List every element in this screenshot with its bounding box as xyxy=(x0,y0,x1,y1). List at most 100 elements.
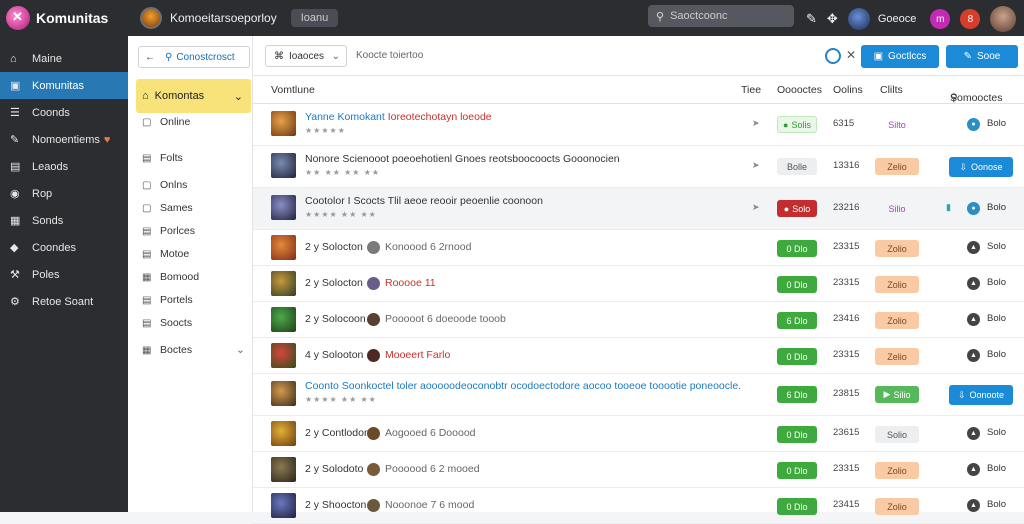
pin-icon[interactable]: ➤ xyxy=(752,160,760,171)
sidebar-item-sonds[interactable]: ▦ Sonds xyxy=(0,207,128,234)
table-row[interactable]: 2 y Solocoon Pooooot 6 doeoode tooob 6 D… xyxy=(253,302,1024,338)
row-title[interactable]: Cootolor I Scocts Tlil aeoe reooir peoen… xyxy=(305,195,543,207)
sidebar-item-leaods[interactable]: ▤ Leaods xyxy=(0,153,128,180)
subnav-item-boctes[interactable]: ▦ Boctes ⌄ xyxy=(142,344,245,356)
pin-icon[interactable]: ➤ xyxy=(752,118,760,129)
col-status[interactable]: Ooooctes xyxy=(777,84,822,96)
row-title[interactable]: 2 y Solocton xyxy=(305,277,363,289)
sidebar-item-retoe-soant[interactable]: ⚙ Retoe Soant xyxy=(0,288,128,315)
profile-avatar[interactable] xyxy=(990,6,1017,32)
notification-badge[interactable]: m xyxy=(930,9,951,29)
row-action-button[interactable]: ⇩ Oonoote xyxy=(949,385,1013,405)
row-title[interactable]: Nonore Scienooot poeoehotienl Gnoes reot… xyxy=(305,153,620,165)
col-name[interactable]: Vomtlune xyxy=(271,84,315,96)
table-row[interactable]: 2 y Solocton Rooooe 11 0 Dlo 23315 Zolio… xyxy=(253,266,1024,302)
save-button[interactable]: ✎ Sooe xyxy=(946,45,1018,68)
user-avatar[interactable] xyxy=(847,8,870,30)
row-tag: Solio xyxy=(875,426,919,443)
user-name[interactable]: Goeoce xyxy=(878,13,917,25)
row-count: 13316 xyxy=(833,160,860,171)
game-thumbnail xyxy=(271,271,296,296)
game-thumbnail xyxy=(271,343,296,368)
primary-action-button[interactable]: ▣ Goctlccs xyxy=(861,45,939,68)
col-tag[interactable]: Clilts xyxy=(880,84,903,96)
arrow-up-icon: ▲ xyxy=(967,349,980,362)
sidebar-item-coonds[interactable]: ☰ Coonds xyxy=(0,99,128,126)
subnav-item-motoe[interactable]: ▤ Motoe xyxy=(142,248,189,260)
filter-dropdown[interactable]: ⌘ Ioaoces ⌄ xyxy=(265,45,347,67)
row-meta: Pooooot 6 doeoode tooob xyxy=(385,313,506,325)
row-action-label[interactable]: Bolo xyxy=(987,499,1006,510)
selected-komontas[interactable]: ⌂ Komontas ⌄ xyxy=(136,79,251,113)
tools-icon[interactable]: ✎ xyxy=(806,11,817,27)
subnav-item-folts[interactable]: ▤ Folts xyxy=(142,152,183,164)
row-title[interactable]: 2 y Contlodon xyxy=(305,427,370,439)
col-count[interactable]: Oolins xyxy=(833,84,863,96)
page-icon: ▢ xyxy=(142,116,152,128)
row-action-label[interactable]: Bolo xyxy=(987,349,1006,360)
row-action-label[interactable]: Solo xyxy=(987,427,1006,438)
row-title[interactable]: 4 y Solooton xyxy=(305,349,363,361)
settings-icon[interactable]: ✥ xyxy=(827,11,838,27)
back-search-button[interactable]: ← ⚲ Conostcrosct xyxy=(138,46,250,68)
row-title[interactable]: 2 y Shoocton xyxy=(305,499,366,511)
row-title[interactable]: 2 y Solocoon xyxy=(305,313,366,325)
subnav-item-portels[interactable]: ▤ Portels xyxy=(142,294,193,306)
brand[interactable]: Komunitas xyxy=(0,6,128,30)
gear-icon: ⚙ xyxy=(10,296,20,308)
arrow-up-icon: ▲ xyxy=(967,241,980,254)
row-action-label[interactable]: Bolo xyxy=(987,313,1006,324)
game-avatar-icon[interactable] xyxy=(140,7,162,29)
col-time[interactable]: Tiee xyxy=(741,84,761,96)
pin-icon[interactable]: ➤ xyxy=(752,202,760,213)
subnav-item-onlns[interactable]: ▢ Onlns xyxy=(142,179,187,191)
table-row[interactable]: 4 y Solooton Mooeert Farlo 0 Dlo 23315 Z… xyxy=(253,338,1024,374)
table-row[interactable]: Yanne Komokant Ioreotechotayn loeode ★★★… xyxy=(253,104,1024,146)
sidebar-item-maine[interactable]: ⌂ Maine xyxy=(0,45,128,72)
close-icon[interactable]: ✕ xyxy=(846,48,856,62)
wrench-icon: ⚒ xyxy=(10,269,20,281)
subnav-item-sames[interactable]: ▢ Sames xyxy=(142,202,193,214)
sidebar-item-rop[interactable]: ◉ Rop xyxy=(0,180,128,207)
sidebar-item-nomoentiems[interactable]: ✎ Nomoentiems ♥ xyxy=(0,126,128,153)
sidebar-item-poles[interactable]: ⚒ Poles xyxy=(0,261,128,288)
row-action-label[interactable]: Bolo xyxy=(987,118,1006,129)
row-action-button[interactable]: ⇩ Oonose xyxy=(949,157,1013,177)
row-title[interactable]: Coonto Soonkoctel toler aooooodeoconobtr… xyxy=(305,380,741,392)
box-icon: ▤ xyxy=(10,161,21,173)
row-action-label[interactable]: Bolo xyxy=(987,277,1006,288)
row-title[interactable]: Yanne Komokant Ioreotechotayn loeode xyxy=(305,111,492,123)
search-placeholder: Saoctcoonc xyxy=(670,10,728,22)
chevron-down-icon: ⌄ xyxy=(331,50,340,62)
top-pill-button[interactable]: Ioanu xyxy=(290,9,339,27)
sidebar-item-komunitas[interactable]: ▣ Komunitas xyxy=(0,72,128,99)
subnav-item-porlces[interactable]: ▤ Porlces xyxy=(142,225,195,237)
table-row[interactable]: 2 y Solocton Konoood 6 2rnood 0 Dlo 2331… xyxy=(253,230,1024,266)
author-avatar xyxy=(367,349,380,362)
row-count: 23315 xyxy=(833,277,860,288)
table-row[interactable]: Coonto Soonkoctel toler aooooodeoconobtr… xyxy=(253,374,1024,416)
row-title[interactable]: 2 y Solodoto xyxy=(305,463,363,475)
game-thumbnail xyxy=(271,421,296,446)
search-input[interactable]: ⚲ Saoctcoonc xyxy=(648,5,794,27)
table-row[interactable]: 2 y Shoocton Nooonoe 7 6 mood 0 Dlo 2341… xyxy=(253,488,1024,524)
komunitas-logo-icon xyxy=(6,6,30,30)
subnav-item-online[interactable]: ▢ Online xyxy=(142,116,190,128)
row-action-label[interactable]: Bolo xyxy=(987,202,1006,213)
table-row[interactable]: Cootolor I Scocts Tlil aeoe reooir peoen… xyxy=(253,188,1024,230)
refresh-icon[interactable] xyxy=(825,48,841,64)
subnav-item-bomood[interactable]: ▦ Bomood xyxy=(142,271,199,283)
row-action-label[interactable]: Solo xyxy=(987,241,1006,252)
doc-icon: ▤ xyxy=(142,225,152,237)
table-row[interactable]: 2 y Solodoto Poooood 6 2 mooed 0 Dlo 233… xyxy=(253,452,1024,488)
row-action-label[interactable]: Bolo xyxy=(987,463,1006,474)
alert-badge[interactable]: 8 xyxy=(960,9,981,29)
table-row[interactable]: Nonore Scienooot poeoehotienl Gnoes reot… xyxy=(253,146,1024,188)
subnav-item-soocts[interactable]: ▤ Soocts xyxy=(142,317,192,329)
status-badge: 0 Dlo xyxy=(777,498,817,515)
sidebar-item-coondes[interactable]: ◆ Coondes xyxy=(0,234,128,261)
arrow-up-icon: ▲ xyxy=(967,277,980,290)
table-row[interactable]: 2 y Contlodon Aogooed 6 Dooood 0 Dlo 236… xyxy=(253,416,1024,452)
row-title[interactable]: 2 y Solocton xyxy=(305,241,363,253)
table-header: Vomtlune Tiee Ooooctes Oolins Clilts ⚲ S… xyxy=(253,76,1024,104)
